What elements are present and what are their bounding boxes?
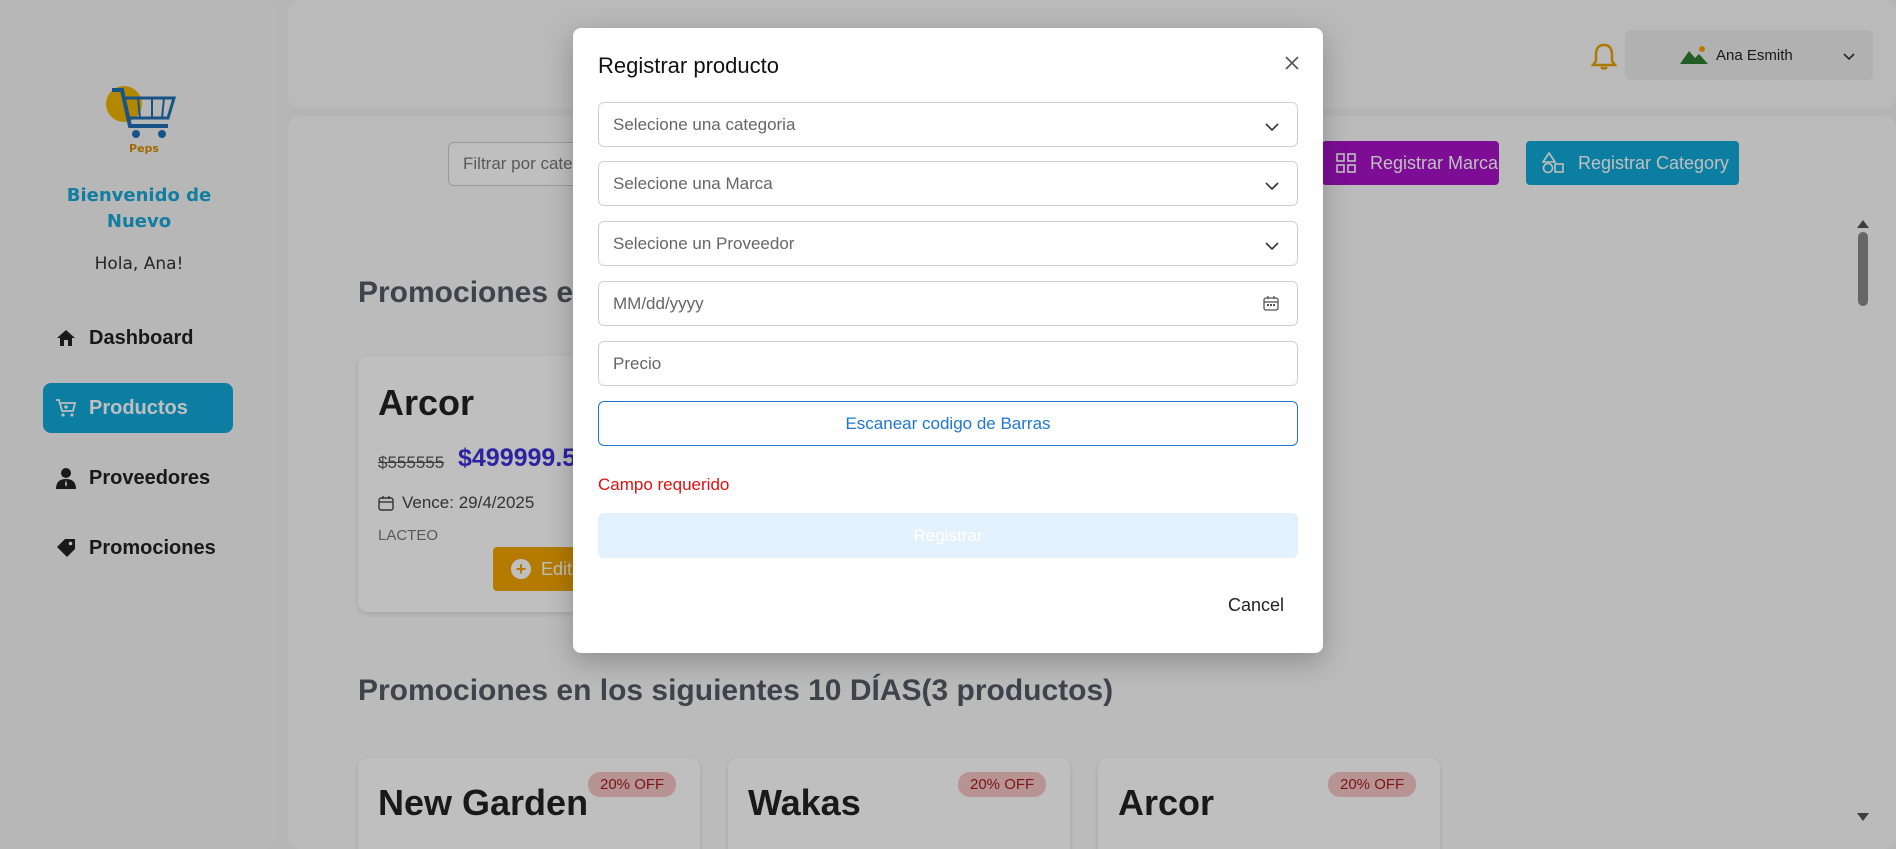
cancel-button[interactable]: Cancel <box>1228 595 1284 616</box>
date-input-placeholder: MM/dd/yyyy <box>613 293 704 313</box>
price-input[interactable]: Precio <box>598 341 1298 386</box>
date-input[interactable]: MM/dd/yyyy <box>598 281 1298 326</box>
chevron-down-icon <box>1265 176 1279 196</box>
chevron-down-icon <box>1265 117 1279 137</box>
category-select-placeholder: Selecione una categoria <box>613 114 796 134</box>
register-button[interactable]: Registrar <box>598 513 1298 558</box>
brand-select-placeholder: Selecione una Marca <box>613 173 773 193</box>
scan-barcode-button[interactable]: Escanear codigo de Barras <box>598 401 1298 446</box>
category-select[interactable]: Selecione una categoria <box>598 102 1298 147</box>
provider-select[interactable]: Selecione un Proveedor <box>598 221 1298 266</box>
register-product-dialog: Registrar producto Selecione una categor… <box>573 28 1323 653</box>
close-icon[interactable] <box>1280 51 1304 75</box>
brand-select[interactable]: Selecione una Marca <box>598 161 1298 206</box>
calendar-icon[interactable] <box>1263 295 1279 316</box>
provider-select-placeholder: Selecione un Proveedor <box>613 233 795 253</box>
chevron-down-icon <box>1265 236 1279 256</box>
dialog-title: Registrar producto <box>598 53 779 78</box>
validation-error: Campo requerido <box>598 475 730 494</box>
